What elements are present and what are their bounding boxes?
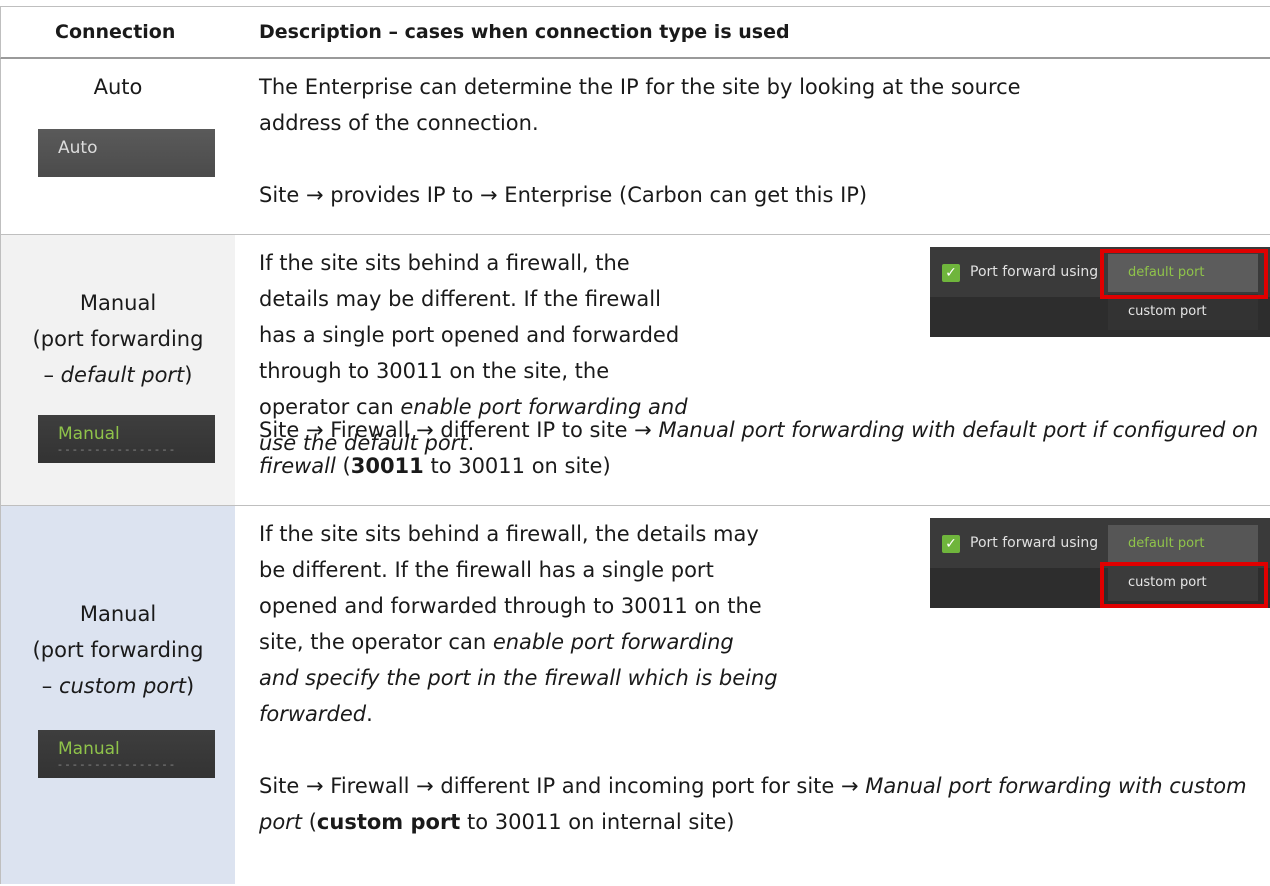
connection-name-line1: Manual — [79, 602, 157, 626]
dash: – — [41, 674, 59, 698]
connection-name-line1: Manual — [79, 291, 157, 315]
flow-text: Site → Firewall → different IP to site → — [259, 418, 659, 442]
connection-name-auto: Auto — [93, 75, 143, 99]
connection-name-line2: (port forwarding — [32, 327, 204, 351]
paren: ) — [184, 363, 193, 387]
connection-table: Connection Description – cases when conn… — [0, 6, 1270, 884]
connection-name-line3: – custom port) — [1, 668, 235, 704]
manual-default-flow: Site → Firewall → different IP to site →… — [259, 412, 1269, 484]
description-cell-manual-default: If the site sits behind a firewall, the … — [235, 235, 1270, 505]
name-em: custom port — [58, 674, 187, 698]
desc-end: . — [366, 702, 373, 726]
manual-custom-flow: Site → Firewall → different IP and incom… — [259, 768, 1269, 840]
connection-name-line3: – default port) — [1, 357, 235, 393]
flow-tail: to 30011 on site) — [423, 454, 611, 478]
header-cell-connection: Connection — [1, 7, 235, 57]
flow-text: Site → Firewall → different IP and incom… — [259, 774, 866, 798]
flow-paren: ( — [302, 810, 317, 834]
flow-bold: 30011 — [350, 454, 424, 478]
table-row-manual-default: Manual (port forwarding – default port) … — [0, 235, 1270, 506]
checkmark-icon: ✓ — [942, 535, 960, 553]
auto-button-label: Auto — [58, 138, 98, 158]
flow-bold: custom port — [316, 810, 461, 834]
manual-button-subtext: - - - - - - - - - - - - - - - - — [58, 443, 174, 456]
connection-cell-manual-custom: Manual (port forwarding – custom port) M… — [1, 506, 235, 884]
connection-name-manual-default: Manual (port forwarding – default port) — [1, 285, 235, 393]
manual-button-snippet: Manual - - - - - - - - - - - - - - - - — [38, 415, 215, 463]
auto-description: The Enterprise can determine the IP for … — [259, 75, 1021, 135]
header-cell-description: Description – cases when connection type… — [235, 7, 1270, 57]
table-header-row: Connection Description – cases when conn… — [0, 7, 1270, 59]
header-description: Description – cases when connection type… — [259, 21, 790, 43]
port-forward-label: Port forward using — [970, 264, 1099, 280]
highlight-box-custom-port — [1100, 562, 1268, 608]
option-default-port: default port — [1108, 525, 1258, 563]
auto-button-snippet: Auto — [38, 129, 215, 177]
port-forward-screenshot-custom: ✓ Port forward using default port custom… — [930, 518, 1270, 608]
port-forward-screenshot-default: ✓ Port forward using default port custom… — [930, 247, 1270, 337]
description-cell-auto: The Enterprise can determine the IP for … — [235, 59, 1270, 234]
manual-button-snippet: Manual - - - - - - - - - - - - - - - - — [38, 730, 215, 778]
manual-button-subtext: - - - - - - - - - - - - - - - - — [58, 758, 174, 771]
description-cell-manual-custom: If the site sits behind a firewall, the … — [235, 506, 1270, 884]
table-row-manual-custom: Manual (port forwarding – custom port) M… — [0, 506, 1270, 884]
name-em: default port — [60, 363, 185, 387]
checkmark-icon: ✓ — [942, 264, 960, 282]
flow-tail: to 30011 on internal site) — [460, 810, 735, 834]
port-forward-label: Port forward using — [970, 535, 1099, 551]
highlight-box-default-port — [1100, 249, 1268, 299]
manual-custom-description: If the site sits behind a firewall, the … — [259, 516, 779, 732]
connection-name-manual-custom: Manual (port forwarding – custom port) — [1, 596, 235, 704]
connection-cell-auto: Auto Auto — [1, 59, 235, 234]
table-row-auto: Auto Auto The Enterprise can determine t… — [0, 59, 1270, 235]
dash: – — [43, 363, 61, 387]
flow-paren: ( — [335, 454, 351, 478]
header-connection: Connection — [55, 21, 176, 43]
connection-cell-manual-default: Manual (port forwarding – default port) … — [1, 235, 235, 505]
auto-flow: Site → provides IP to → Enterprise (Carb… — [259, 183, 868, 207]
connection-name-line2: (port forwarding — [32, 638, 204, 662]
paren: ) — [186, 674, 195, 698]
desc-text: If the site sits behind a firewall, the … — [259, 251, 680, 419]
option-custom-port: custom port — [1108, 294, 1258, 330]
